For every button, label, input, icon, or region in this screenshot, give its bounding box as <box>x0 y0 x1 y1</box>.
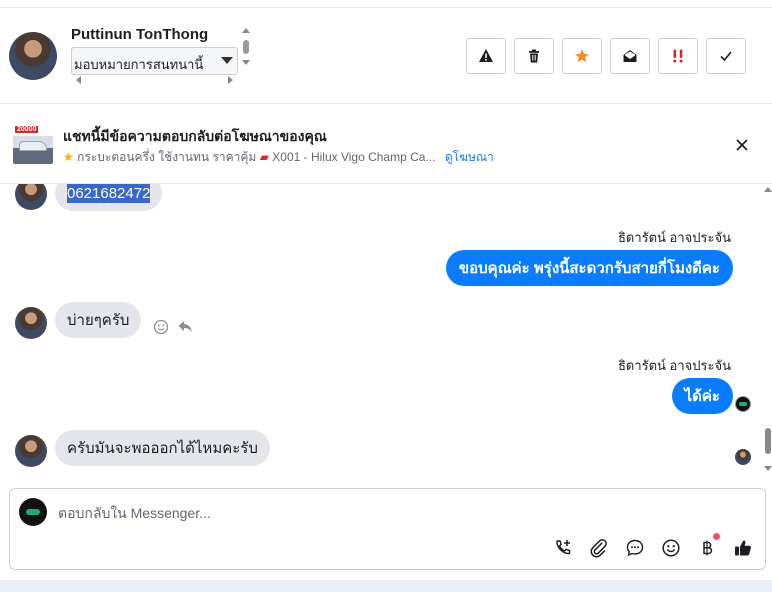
horizontal-scrollbar[interactable] <box>71 75 238 85</box>
envelope-open-icon <box>623 50 637 62</box>
message-bubble-incoming[interactable]: ครับมันจะพอออกได้ไหมคะรับ <box>55 430 270 466</box>
message-bubble-incoming[interactable]: 0621682472 <box>55 184 163 211</box>
smiley-react-icon[interactable] <box>153 319 169 335</box>
scrollbar-thumb[interactable] <box>243 40 249 54</box>
follow-up-button[interactable] <box>658 38 698 74</box>
message-bubble-incoming[interactable]: บ่ายๆครับ <box>55 302 142 338</box>
delete-button[interactable] <box>514 38 554 74</box>
top-strip <box>0 0 772 8</box>
call-plus-icon <box>556 540 571 555</box>
vertical-scrollbar[interactable] <box>241 26 251 74</box>
reply-input[interactable] <box>58 503 738 523</box>
message-text: ครับมันจะพอออกได้ไหมคะรับ <box>67 440 258 457</box>
chat-bubble-icon <box>626 539 644 557</box>
scrollbar-thumb[interactable] <box>765 428 771 454</box>
assign-select-value: มอบหมายการสนทนานี้ <box>74 57 204 72</box>
like-button[interactable] <box>732 537 754 559</box>
thumbs-up-icon <box>735 540 751 556</box>
mark-done-button[interactable] <box>706 38 746 74</box>
message-thread[interactable]: 0621682472 ธิดารัตน์ อาจประจัน ขอบคุณค่ะ… <box>0 184 772 478</box>
scroll-up-icon[interactable] <box>242 28 250 33</box>
reply-arrow-icon[interactable] <box>177 318 193 334</box>
page-avatar <box>19 498 47 526</box>
customer-avatar <box>15 435 47 467</box>
follow-up-icon <box>673 49 683 63</box>
message-bubble-outgoing[interactable]: ขอบคุณค่ะ พรุ่งนี้สะดวกรับสายกี่โมงดีคะ <box>445 250 733 286</box>
scroll-right-icon[interactable] <box>228 76 233 84</box>
star-button[interactable] <box>562 38 602 74</box>
message-text: ขอบคุณค่ะ พรุ่งนี้สะดวกรับสายกี่โมงดีคะ <box>458 260 720 277</box>
mark-spam-button[interactable] <box>466 38 506 74</box>
message-text: ได้ค่ะ <box>684 388 720 405</box>
star-emoji-icon: ★ <box>63 150 74 164</box>
scroll-up-icon[interactable] <box>764 187 772 192</box>
bottom-bar <box>0 580 772 592</box>
baht-icon <box>703 540 713 556</box>
contact-name[interactable]: Puttinun TonThong <box>71 26 208 43</box>
attach-button[interactable] <box>588 537 610 559</box>
page-seen-icon <box>735 396 751 412</box>
scroll-down-icon[interactable] <box>242 60 250 65</box>
message-text: บ่ายๆครับ <box>67 312 130 329</box>
message-bubble-outgoing[interactable]: ได้ค่ะ <box>671 378 733 414</box>
car-image <box>19 141 47 151</box>
customer-avatar <box>15 307 47 339</box>
paperclip-icon <box>590 539 607 558</box>
saved-replies-button[interactable] <box>624 537 646 559</box>
ad-banner-subtitle: ★ กระบะตอนครึ่ง ใช้งานทน ราคาคุ้ม ▰ X001… <box>63 148 494 167</box>
chevron-down-icon <box>221 57 233 64</box>
sender-name: ธิดารัตน์ อาจประจัน <box>617 358 731 373</box>
ad-thumbnail[interactable]: 20000 <box>13 124 53 164</box>
conversation-header: Puttinun TonThong มอบหมายการสนทนานี้ <box>0 8 772 104</box>
customer-avatar <box>15 184 47 210</box>
ad-banner-title: แชทนี้มีข้อความตอบกลับต่อโฆษณาของคุณ <box>63 128 327 144</box>
call-button[interactable] <box>552 537 574 559</box>
ad-listing: X001 - Hilux Vigo Champ Ca... <box>272 150 436 164</box>
check-icon <box>720 51 732 62</box>
star-icon <box>575 49 589 63</box>
thread-scrollbar[interactable] <box>764 184 772 478</box>
reply-composer <box>9 488 766 570</box>
view-ad-link[interactable]: ดูโฆษณา <box>445 150 494 164</box>
emoji-button[interactable] <box>660 537 682 559</box>
sender-name: ธิดารัตน์ อาจประจัน <box>617 230 731 245</box>
truck-emoji-icon: ▰ <box>259 150 269 164</box>
trash-icon <box>529 49 539 63</box>
customer-seen-icon <box>735 449 751 465</box>
scroll-left-icon[interactable] <box>76 76 81 84</box>
ad-thumb-tag: 20000 <box>15 126 39 133</box>
close-icon[interactable] <box>733 136 751 154</box>
mark-unread-button[interactable] <box>610 38 650 74</box>
contact-avatar[interactable] <box>9 32 57 80</box>
notification-dot <box>713 533 720 540</box>
ad-reply-banner: 20000 แชทนี้มีข้อความตอบกลับต่อโฆษณาของค… <box>0 104 772 184</box>
payment-button[interactable] <box>696 537 718 559</box>
smiley-icon <box>662 539 680 557</box>
ad-headline: กระบะตอนครึ่ง ใช้งานทน ราคาคุ้ม <box>77 150 257 164</box>
scroll-down-icon[interactable] <box>764 466 772 471</box>
assign-conversation-select[interactable]: มอบหมายการสนทนานี้ <box>71 47 238 75</box>
message-text: 0621682472 <box>67 184 151 203</box>
warning-icon <box>479 49 493 62</box>
